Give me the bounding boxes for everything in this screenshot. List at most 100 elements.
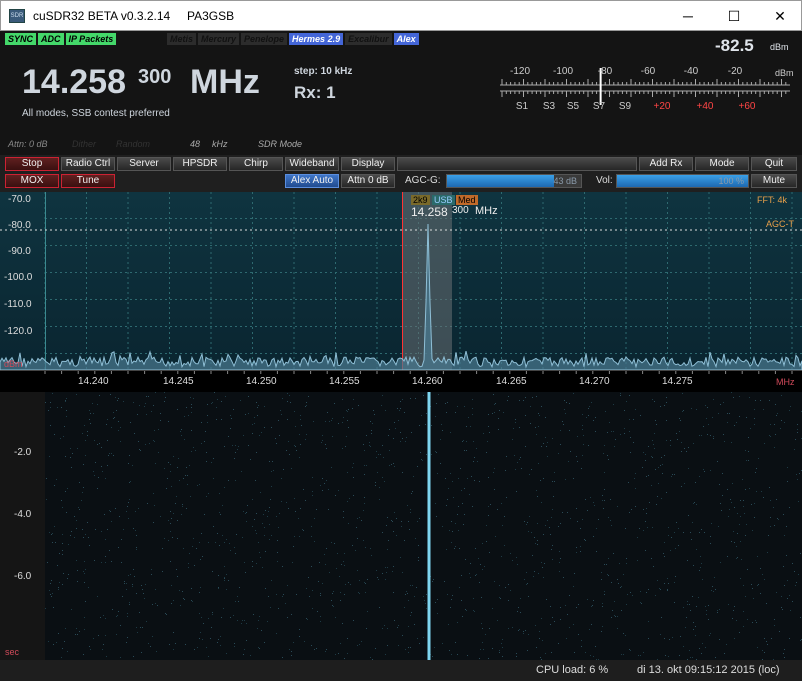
maximize-icon[interactable]: ☐ [711, 1, 757, 31]
smeter-s-label: S7 [592, 101, 606, 112]
smeter-s-label: S3 [542, 101, 556, 112]
smeter-s-label: S5 [566, 101, 580, 112]
db-label: -110.0 [4, 299, 32, 310]
quit-button[interactable]: Quit [751, 157, 797, 171]
badge-mercury: Mercury [198, 33, 240, 45]
date-time: di 13. okt 09:15:12 2015 (loc) [637, 664, 780, 676]
sample-rate-unit: kHz [212, 139, 228, 149]
smeter-top-label: -20 [727, 66, 743, 77]
hardware-badges: Metis Mercury Penelope Hermes 2.9 Excali… [167, 33, 419, 45]
smeter-top-label: -100 [552, 66, 574, 77]
wideband-button[interactable]: Wideband [285, 157, 339, 171]
hpsdr-button[interactable]: HPSDR [173, 157, 227, 171]
window-callsign: PA3GSB [187, 9, 235, 23]
badge-metis: Metis [167, 33, 197, 45]
close-icon[interactable]: ✕ [757, 1, 802, 31]
frequency-display-main[interactable]: 14.258 [22, 63, 126, 102]
filter-mode-tag[interactable]: USB [432, 195, 455, 205]
dither-status: Dither [72, 139, 97, 149]
control-panel: Stop Radio Ctrl Server HPSDR Chirp Wideb… [0, 155, 802, 192]
smeter-unit: dBm [775, 68, 794, 78]
agc-gain-slider[interactable]: 43 dB [446, 174, 582, 188]
freq-axis-label: 14.255 [329, 376, 360, 387]
freq-axis-label: 14.245 [163, 376, 194, 387]
db-label: -70.0 [8, 194, 31, 205]
title-bar: SDR cuSDR32 BETA v0.3.2.14 PA3GSB ─ ☐ ✕ [0, 0, 802, 31]
status-bar: CPU load: 6 % di 13. okt 09:15:12 2015 (… [0, 660, 802, 681]
signal-strength-value: -82.5 [715, 36, 754, 55]
freq-axis-label: 14.275 [662, 376, 693, 387]
volume-value: 100 % [718, 176, 744, 186]
freq-axis-label: 14.250 [246, 376, 277, 387]
waterfall-signal-trace [427, 392, 431, 660]
panadapter-freq-unit: MHz [475, 205, 498, 217]
badge-hermes: Hermes 2.9 [289, 33, 344, 45]
freq-axis-label: 14.260 [412, 376, 443, 387]
smeter-top-label: -80 [597, 66, 613, 77]
smeter-plus-label: +60 [738, 101, 756, 112]
cpu-load: CPU load: 6 % [536, 664, 609, 676]
waterfall-time-label: -6.0 [14, 571, 32, 582]
panadapter-freq-sub: 300 [452, 205, 469, 216]
waterfall-graph[interactable] [0, 392, 802, 660]
chirp-button[interactable]: Chirp [229, 157, 283, 171]
stop-button[interactable]: Stop [5, 157, 59, 171]
volume-slider[interactable]: 100 % [616, 174, 749, 188]
frequency-display-sub[interactable]: 300 [138, 66, 171, 89]
server-button[interactable]: Server [117, 157, 171, 171]
filter-width-tag[interactable]: 2k9 [411, 195, 430, 205]
frequency-unit: MHz [190, 63, 260, 101]
db-label: -80.0 [8, 220, 31, 231]
radio-info-panel: SYNC ADC IP Packets Metis Mercury Penelo… [0, 31, 802, 155]
smeter-top-label: -60 [640, 66, 656, 77]
badge-penelope: Penelope [241, 33, 288, 45]
agc-speed-tag[interactable]: Med [456, 195, 478, 205]
panadapter[interactable]: -70.0 -80.0 -90.0 -100.0 -110.0 -120.0 d… [0, 192, 802, 392]
sample-rate: 48 [190, 139, 201, 149]
smeter-top-label: -120 [509, 66, 531, 77]
freq-axis-label: 14.265 [496, 376, 527, 387]
waterfall-time-axis [0, 392, 45, 660]
mox-button[interactable]: MOX [5, 174, 59, 188]
smeter-top-label: -40 [683, 66, 699, 77]
freq-axis-label: 14.240 [78, 376, 109, 387]
smeter-s-label: S9 [618, 101, 632, 112]
mode-button[interactable]: Mode [695, 157, 749, 171]
tune-button[interactable]: Tune [61, 174, 115, 188]
db-label: -120.0 [4, 326, 33, 337]
agc-gain-fill [447, 175, 555, 187]
badge-excalibur: Excalibur [345, 33, 392, 45]
waterfall-time-label: -2.0 [14, 447, 32, 458]
attn-status: Attn: 0 dB [8, 139, 48, 149]
waterfall-display[interactable]: -2.0 -4.0 -6.0 sec [0, 392, 802, 660]
alex-auto-button[interactable]: Alex Auto [285, 174, 339, 188]
mute-button[interactable]: Mute [751, 174, 797, 188]
empty-button-bar [397, 157, 637, 171]
smeter-plus-label: +40 [696, 101, 714, 112]
badge-alex: Alex [393, 33, 419, 45]
panadapter-freq-main: 14.258 [411, 205, 448, 219]
badge-ip-packets: IP Packets [65, 33, 117, 45]
tuning-step[interactable]: step: 10 kHz [294, 66, 352, 77]
agc-t-label[interactable]: AGC-T [766, 219, 794, 229]
waterfall-time-label: -4.0 [14, 509, 32, 520]
radio-ctrl-button[interactable]: Radio Ctrl [61, 157, 115, 171]
smeter-s-label: S1 [515, 101, 529, 112]
attn-0db-button[interactable]: Attn 0 dB [341, 174, 395, 188]
minimize-icon[interactable]: ─ [665, 1, 711, 31]
fft-size-label: FFT: 4k [757, 195, 788, 205]
panadapter-graph[interactable] [0, 192, 802, 392]
freq-axis-label: 14.270 [579, 376, 610, 387]
db-unit-label: dBm [4, 359, 23, 369]
display-button[interactable]: Display [341, 157, 395, 171]
db-label: -100.0 [4, 272, 33, 283]
random-status: Random [116, 139, 151, 149]
signal-strength-unit: dBm [770, 42, 789, 52]
agc-gain-value: 43 dB [553, 176, 577, 186]
freq-axis-unit: MHz [776, 377, 795, 387]
sdr-mode-status: SDR Mode [258, 139, 303, 149]
s-meter: -120 -100 -80 -60 -40 -20 dBm S1 S3 S5 S… [498, 63, 798, 113]
volume-label: Vol: [596, 175, 613, 186]
add-rx-button[interactable]: Add Rx [639, 157, 693, 171]
smeter-plus-label: +20 [653, 101, 671, 112]
